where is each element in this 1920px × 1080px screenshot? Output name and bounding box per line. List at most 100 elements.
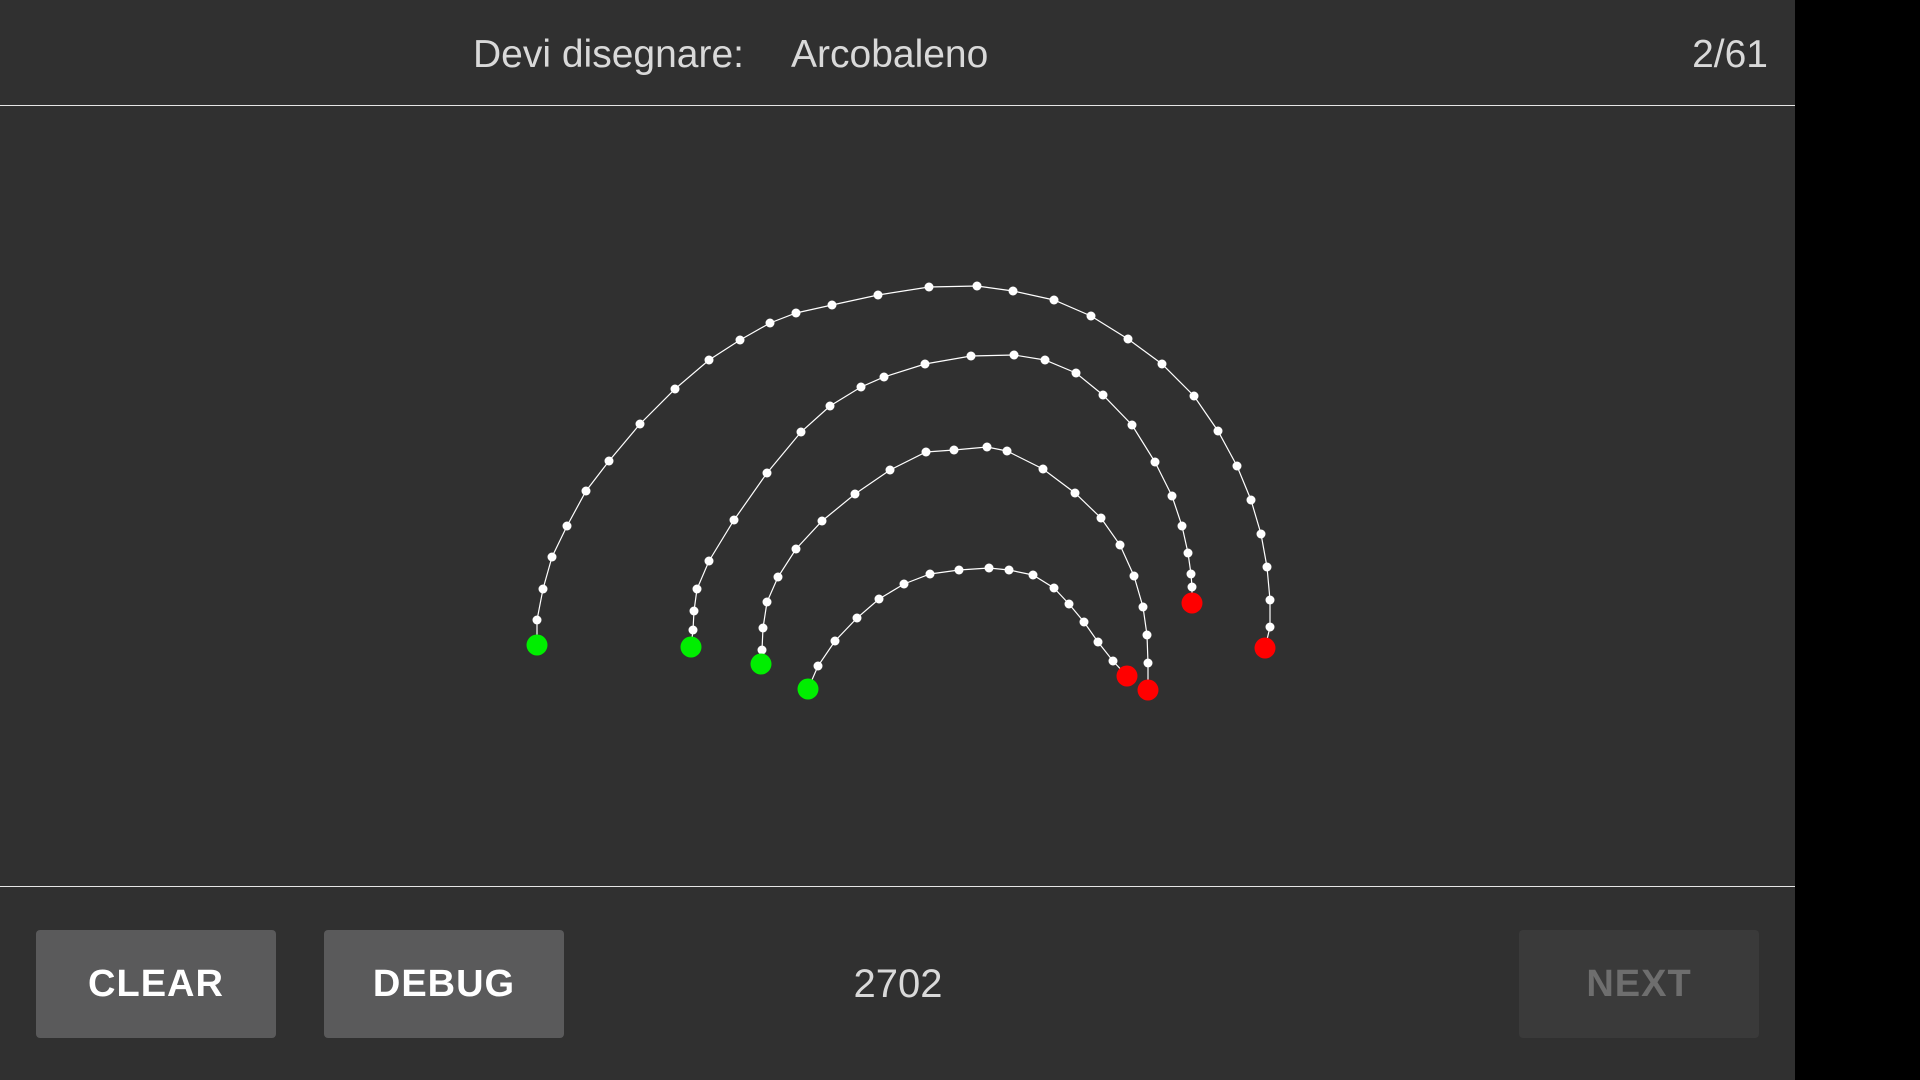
stroke-point: [885, 465, 895, 475]
stroke-point: [1115, 540, 1125, 550]
stroke-point: [966, 351, 976, 361]
stroke-start-marker: [526, 634, 548, 656]
stroke-point: [817, 516, 827, 526]
stroke-point: [1123, 334, 1133, 344]
stroke-point: [1246, 495, 1256, 505]
stroke-point: [1265, 622, 1275, 632]
stroke-point: [1040, 355, 1050, 365]
stroke-point: [1129, 571, 1139, 581]
stroke-end-marker: [1254, 637, 1276, 659]
stroke-point: [581, 486, 591, 496]
stroke-point: [1186, 569, 1196, 579]
stroke-arc-inner: [803, 563, 1132, 694]
stroke-point: [704, 355, 714, 365]
stroke-start-marker: [750, 653, 772, 675]
stroke-point: [538, 584, 548, 594]
stroke-line: [807, 567, 1128, 690]
stroke-point: [1177, 521, 1187, 531]
stroke-point: [972, 281, 982, 291]
stroke-end-marker: [1137, 679, 1159, 701]
stroke-point: [604, 456, 614, 466]
next-button: NEXT: [1519, 930, 1759, 1038]
stroke-point: [1008, 286, 1018, 296]
stroke-point: [562, 521, 572, 531]
stroke-point: [773, 572, 783, 582]
stroke-end-marker: [1116, 665, 1138, 687]
debug-button[interactable]: DEBUG: [324, 930, 564, 1038]
stroke-point: [704, 556, 714, 566]
stroke-point: [1009, 350, 1019, 360]
stroke-start-marker: [680, 636, 702, 658]
stroke-point: [762, 468, 772, 478]
stroke-arc-second: [686, 350, 1197, 652]
stroke-point: [1064, 599, 1074, 609]
stroke-point: [547, 552, 557, 562]
stroke-point: [1256, 529, 1266, 539]
stroke-line: [760, 446, 1149, 690]
stroke-arc-outer: [532, 281, 1275, 653]
stroke-point: [1079, 617, 1089, 627]
stroke-point: [670, 384, 680, 394]
footer-divider: [0, 886, 1795, 887]
stroke-point: [1070, 488, 1080, 498]
stroke-point: [1127, 420, 1137, 430]
stroke-point: [1157, 359, 1167, 369]
stroke-point: [1096, 513, 1106, 523]
stroke-point: [1265, 595, 1275, 605]
stroke-point: [1004, 565, 1014, 575]
stroke-point: [1028, 570, 1038, 580]
stroke-point: [825, 401, 835, 411]
stroke-point: [762, 597, 772, 607]
stroke-point: [758, 623, 768, 633]
clear-button[interactable]: CLEAR: [36, 930, 276, 1038]
stroke-point: [1167, 491, 1177, 501]
stroke-point: [791, 544, 801, 554]
stroke-point: [1142, 630, 1152, 640]
stroke-end-marker: [1181, 592, 1203, 614]
stroke-point: [856, 382, 866, 392]
stroke-point: [765, 318, 775, 328]
stroke-point: [1093, 637, 1103, 647]
prompt-label: Devi disegnare:: [473, 33, 744, 76]
stroke-point: [921, 447, 931, 457]
drawing-canvas[interactable]: [0, 106, 1795, 886]
stroke-point: [1143, 658, 1153, 668]
stroke-point: [692, 584, 702, 594]
stroke-point: [1232, 461, 1242, 471]
stroke-point: [1049, 295, 1059, 305]
stroke-point: [1002, 446, 1012, 456]
stroke-point: [735, 335, 745, 345]
stroke-point: [729, 515, 739, 525]
stroke-point: [1189, 391, 1199, 401]
stroke-point: [830, 636, 840, 646]
stroke-point: [813, 661, 823, 671]
stroke-point: [874, 594, 884, 604]
stroke-point: [1150, 457, 1160, 467]
stroke-point: [925, 569, 935, 579]
stroke-point: [954, 565, 964, 575]
stroke-point: [850, 489, 860, 499]
stroke-point: [1098, 390, 1108, 400]
stroke-point: [920, 359, 930, 369]
stroke-line: [536, 285, 1271, 649]
stroke-point: [924, 282, 934, 292]
stroke-point: [984, 563, 994, 573]
stroke-point: [899, 579, 909, 589]
stroke-point: [949, 445, 959, 455]
stroke-point: [827, 300, 837, 310]
stroke-point: [879, 372, 889, 382]
stroke-start-marker: [797, 678, 819, 700]
stroke-point: [1049, 583, 1059, 593]
stroke-point: [688, 625, 698, 635]
stroke-point: [873, 290, 883, 300]
score-value: 2702: [853, 962, 943, 1006]
stroke-point: [852, 613, 862, 623]
stroke-point: [532, 615, 542, 625]
stroke-point: [635, 419, 645, 429]
stroke-point: [1213, 426, 1223, 436]
stroke-point: [1138, 602, 1148, 612]
stroke-point: [1183, 548, 1193, 558]
progress-counter: 2/61: [1692, 33, 1768, 76]
app-screen: Devi disegnare: Arcobaleno 2/61 CLEAR DE…: [0, 0, 1795, 1080]
stroke-point: [757, 645, 767, 655]
